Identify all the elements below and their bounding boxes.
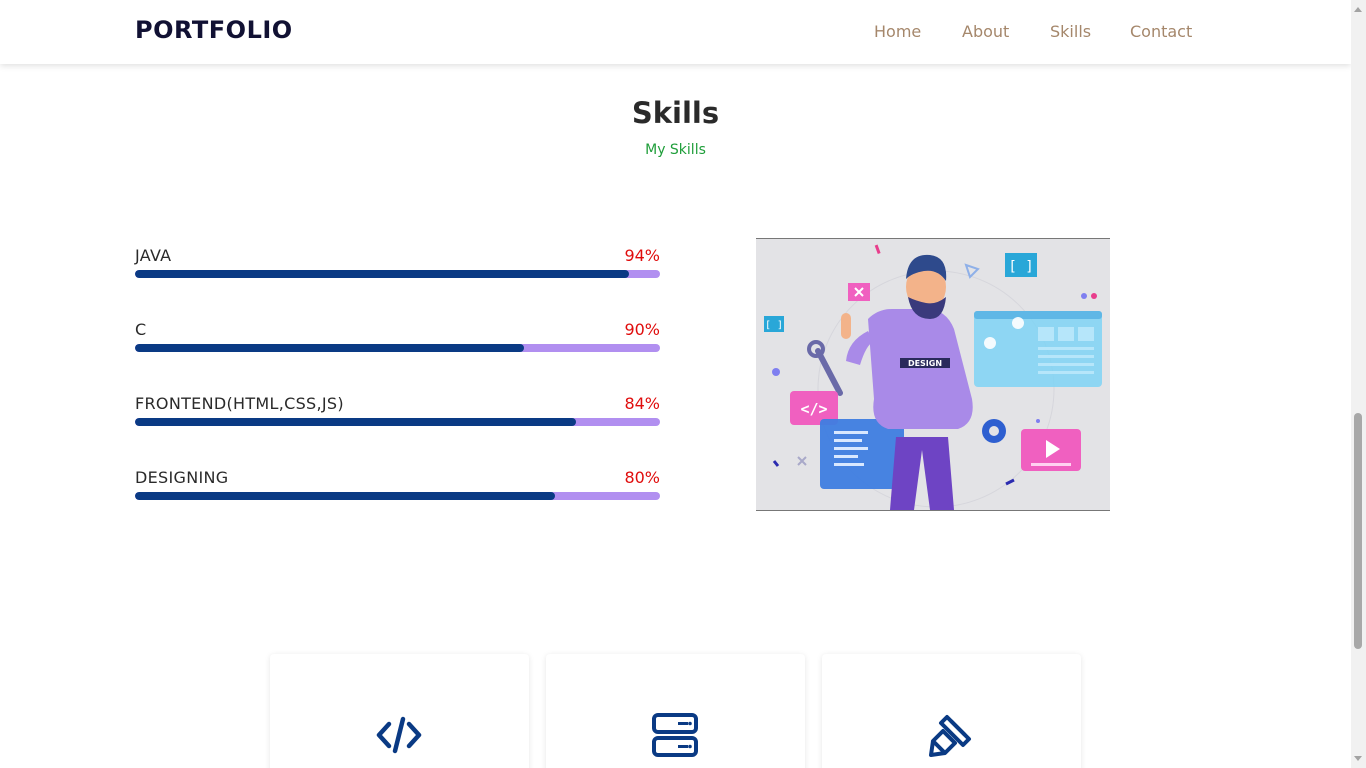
- skill-progress-fill: [135, 418, 576, 426]
- svg-text:[ ]: [ ]: [1008, 259, 1033, 275]
- section-subtitle: My Skills: [645, 142, 706, 158]
- nav-link-home[interactable]: Home: [874, 22, 921, 41]
- skills-illustration: [ ] [ ] </> DESIGN: [756, 238, 1110, 511]
- skill-item: DESIGNING 80%: [135, 468, 660, 508]
- skill-percent: 80%: [624, 468, 660, 487]
- skill-name: C: [135, 320, 147, 339]
- skill-progress-fill: [135, 344, 524, 352]
- close-icon: [848, 283, 870, 301]
- skill-percent: 84%: [624, 394, 660, 413]
- service-card-code[interactable]: [270, 654, 529, 768]
- wrench-icon: [815, 348, 843, 396]
- section-title: Skills: [631, 96, 720, 130]
- page-scrollbar[interactable]: [1351, 0, 1366, 768]
- svg-text:</>: </>: [800, 400, 827, 418]
- navbar: PORTFOLIO Home About Skills Contact: [0, 0, 1351, 64]
- skill-name: FRONTEND(HTML,CSS,JS): [135, 394, 344, 413]
- service-card-design[interactable]: [822, 654, 1081, 768]
- nav-link-about[interactable]: About: [962, 22, 1009, 41]
- skill-item: JAVA 94%: [135, 246, 660, 286]
- scroll-up-arrow-icon[interactable]: [1354, 7, 1362, 12]
- skill-progress-track: [135, 344, 660, 352]
- skill-name: DESIGNING: [135, 468, 229, 487]
- skill-progress-track: [135, 418, 660, 426]
- skill-item: FRONTEND(HTML,CSS,JS) 84%: [135, 394, 660, 434]
- skill-progress-track: [135, 270, 660, 278]
- skill-percent: 94%: [624, 246, 660, 265]
- nav-link-skills[interactable]: Skills: [1050, 22, 1091, 41]
- nav-link-contact[interactable]: Contact: [1130, 22, 1192, 41]
- skill-progress-track: [135, 492, 660, 500]
- svg-text:[ ]: [ ]: [765, 320, 783, 331]
- scroll-down-arrow-icon[interactable]: [1354, 756, 1362, 761]
- skill-progress-fill: [135, 270, 629, 278]
- site-logo[interactable]: PORTFOLIO: [135, 16, 293, 44]
- service-card-server[interactable]: [546, 654, 805, 768]
- brackets-icon: [ ]: [1005, 253, 1037, 277]
- gear-icon: [982, 419, 1006, 443]
- paint-brush-icon: [929, 715, 971, 757]
- skill-item: C 90%: [135, 320, 660, 360]
- design-badge-text: DESIGN: [908, 359, 942, 368]
- play-icon: [1021, 429, 1081, 471]
- scroll-thumb[interactable]: [1354, 413, 1362, 649]
- browser-window-icon: [974, 311, 1102, 387]
- skill-progress-fill: [135, 492, 555, 500]
- server-icon: [652, 713, 698, 757]
- code-icon: [376, 716, 422, 754]
- page: PORTFOLIO Home About Skills Contact Skil…: [0, 0, 1351, 768]
- brackets-icon: [ ]: [764, 316, 784, 332]
- document-icon: [820, 419, 904, 489]
- skill-percent: 90%: [624, 320, 660, 339]
- skill-name: JAVA: [135, 246, 172, 265]
